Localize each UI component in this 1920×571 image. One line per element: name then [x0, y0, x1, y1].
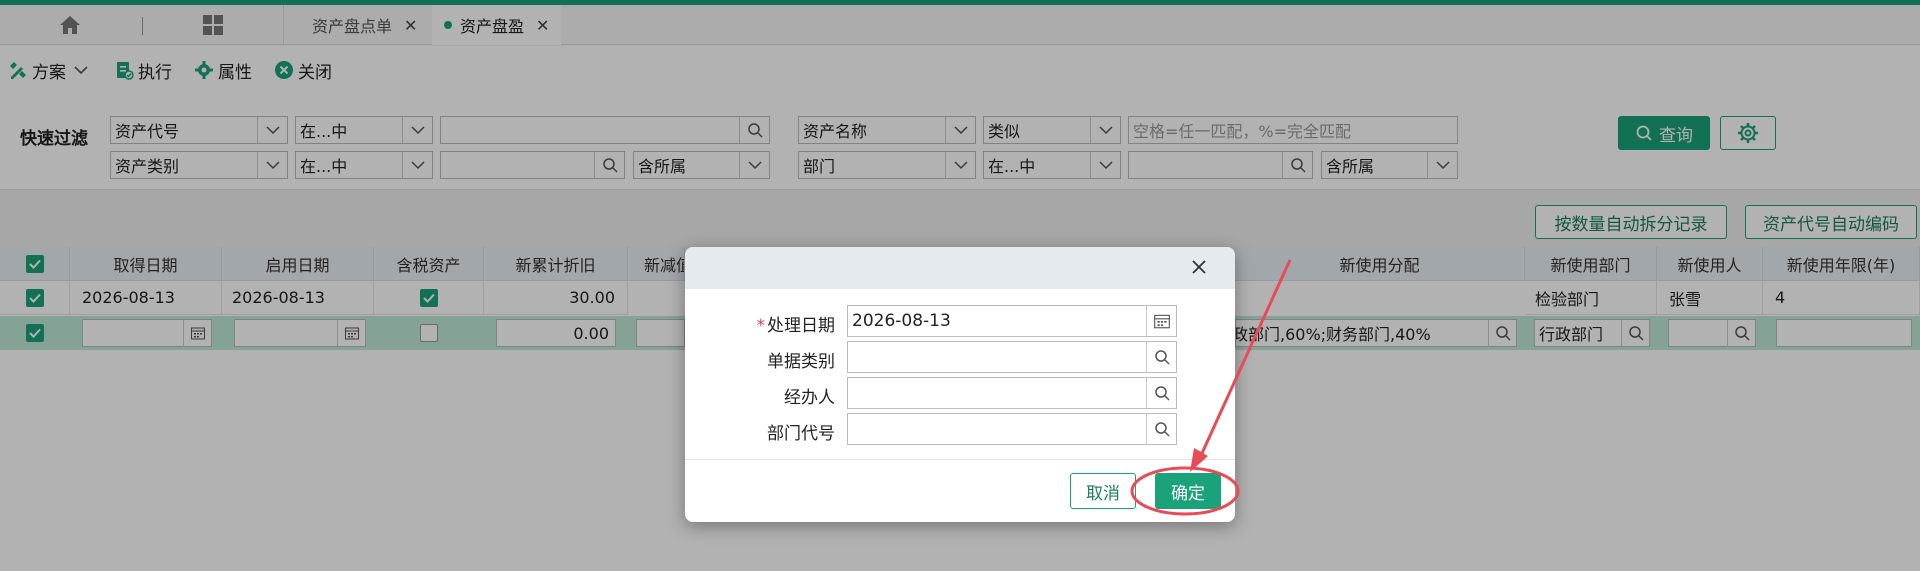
dialog-row-dept-code: 部门代号	[685, 413, 1235, 445]
dialog-row-handler: 经办人	[685, 377, 1235, 409]
confirm-button[interactable]: 确定	[1155, 473, 1221, 509]
calendar-icon[interactable]	[1146, 306, 1176, 336]
field-label: 经办人	[784, 388, 835, 408]
dialog-row-doc-type: 单据类别	[685, 341, 1235, 373]
search-icon[interactable]	[1146, 414, 1176, 444]
dialog-header	[685, 247, 1235, 289]
required-asterisk: *	[756, 316, 766, 336]
field-label: 部门代号	[767, 424, 835, 444]
handler-input[interactable]	[847, 377, 1177, 409]
dialog-row-date: * 处理日期 2026-08-13	[685, 305, 1235, 337]
search-icon[interactable]	[1146, 342, 1176, 372]
doc-type-input[interactable]	[847, 341, 1177, 373]
field-label: * 处理日期	[756, 316, 836, 336]
process-dialog: * 处理日期 2026-08-13 单据类别 经办人 部门代号 取消 确定	[685, 247, 1235, 522]
dept-code-input[interactable]	[847, 413, 1177, 445]
process-date-input[interactable]: 2026-08-13	[847, 305, 1177, 337]
close-icon[interactable]	[1187, 255, 1211, 279]
cancel-button[interactable]: 取消	[1070, 473, 1136, 509]
dialog-footer-divider	[685, 459, 1235, 460]
search-icon[interactable]	[1146, 378, 1176, 408]
field-label: 单据类别	[767, 352, 835, 372]
